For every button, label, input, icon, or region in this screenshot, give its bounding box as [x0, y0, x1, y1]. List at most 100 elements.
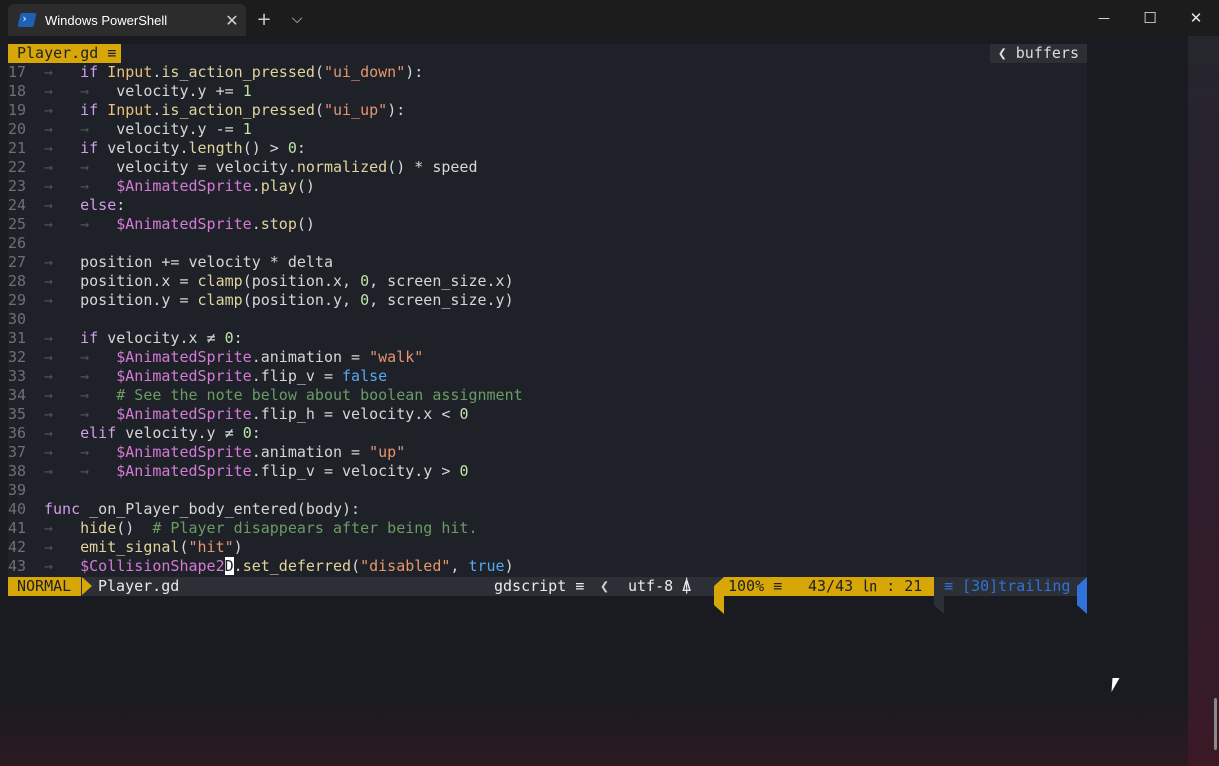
code-line[interactable]: 20 → → velocity.y -= 1 — [8, 120, 523, 139]
code-line[interactable]: 43 → $CollisionShape2D.set_deferred("disa… — [8, 557, 523, 576]
vim-editor[interactable]: Player.gd ≡ ❮ buffers 17 → if Input.is_ac… — [8, 44, 1087, 614]
scrollbar[interactable] — [1214, 698, 1217, 750]
code-text: → if velocity.x ≠ 0: — [44, 329, 243, 348]
code-token: () — [296, 215, 315, 233]
code-token: velocity.y -= — [116, 120, 243, 138]
code-line[interactable]: 30 — [8, 310, 523, 329]
buffers-label[interactable]: ❮ buffers — [989, 44, 1087, 63]
line-number: 32 — [8, 348, 27, 366]
code-line[interactable]: 23 → → $AnimatedSprite.play() — [8, 177, 523, 196]
code-token: , — [450, 557, 469, 575]
minimize-button[interactable]: — — [1081, 0, 1127, 36]
code-token: $AnimatedSprite — [116, 367, 252, 385]
code-token: → → — [44, 405, 117, 423]
vim-statusline: NORMAL Player.gd gdscript ≡ ❮ utf-8 ⍋ 10… — [8, 577, 1087, 614]
code-line[interactable]: 38 → → $AnimatedSprite.flip_v = velocity.… — [8, 462, 523, 481]
code-line[interactable]: 36 → elif velocity.y ≠ 0: — [8, 424, 523, 443]
code-token: → — [44, 272, 81, 290]
line-number: 43 — [8, 557, 27, 575]
code-token: (position.y, — [242, 291, 361, 309]
code-text: → → # See the note below about boolean a… — [44, 386, 523, 405]
code-text: → → $AnimatedSprite.stop() — [44, 215, 315, 234]
code-line[interactable]: 31 → if velocity.x ≠ 0: — [8, 329, 523, 348]
code-token: clamp — [197, 272, 243, 290]
tab-close-icon[interactable]: ✕ — [218, 11, 246, 30]
code-token: . — [251, 177, 261, 195]
code-token: $CollisionShape2 — [80, 557, 225, 575]
code-text: → if Input.is_action_pressed("ui_down"): — [44, 63, 423, 82]
code-token: velocity.y += — [116, 82, 243, 100]
line-number: 25 — [8, 215, 27, 233]
code-token: true — [468, 557, 505, 575]
code-token: clamp — [197, 291, 243, 309]
code-token: () — [296, 177, 315, 195]
close-button[interactable]: ✕ — [1173, 0, 1219, 36]
code-text: → → $AnimatedSprite.animation = "walk" — [44, 348, 423, 367]
code-line[interactable]: 32 → → $AnimatedSprite.animation = "walk" — [8, 348, 523, 367]
code-token: → → — [44, 462, 117, 480]
code-token: velocity.x ≠ — [107, 329, 225, 347]
code-line[interactable]: 29 → position.y = clamp(position.y, 0, sc… — [8, 291, 523, 310]
code-token: ( — [351, 557, 361, 575]
code-token: 0 — [360, 272, 370, 290]
code-token: → — [44, 519, 81, 537]
code-line[interactable]: 26 — [8, 234, 523, 253]
line-number: 33 — [8, 367, 27, 385]
powershell-icon: › — [17, 12, 37, 27]
code-token: ): — [387, 101, 406, 119]
code-line[interactable]: 25 → → $AnimatedSprite.stop() — [8, 215, 523, 234]
line-number: 26 — [8, 234, 27, 252]
buffer-tab[interactable]: Player.gd ≡ — [8, 44, 122, 63]
code-line[interactable]: 27 → position += velocity * delta — [8, 253, 523, 272]
code-token: if — [80, 139, 108, 157]
encoding-label: utf-8 ⍋ — [628, 577, 692, 595]
code-token: → → — [44, 367, 117, 385]
code-token: # Player disappears after being hit. — [152, 519, 478, 537]
tab-windows-powershell[interactable]: › Windows PowerShell ✕ — [8, 4, 246, 36]
code-line[interactable]: 24 → else: — [8, 196, 523, 215]
code-line[interactable]: 19 → if Input.is_action_pressed("ui_up"): — [8, 101, 523, 120]
code-token: "ui_down" — [323, 63, 406, 81]
code-token: → — [44, 196, 81, 214]
new-tab-button[interactable]: + — [249, 4, 279, 34]
code-line[interactable]: 35 → → $AnimatedSprite.flip_h = velocity.… — [8, 405, 523, 424]
code-line[interactable]: 40 func _on_Player_body_entered(body): — [8, 500, 523, 519]
code-token: false — [342, 367, 388, 385]
code-token: () > — [242, 139, 288, 157]
line-number: 42 — [8, 538, 27, 556]
percent-arrow-icon — [714, 577, 724, 614]
code-line[interactable]: 42 → emit_signal("hit") — [8, 538, 523, 557]
code-token: $AnimatedSprite — [116, 462, 252, 480]
maximize-button[interactable]: ☐ — [1127, 0, 1173, 36]
code-token: .flip_v = velocity.y > — [251, 462, 460, 480]
code-line[interactable]: 17 → if Input.is_action_pressed("ui_down"… — [8, 63, 523, 82]
code-token: "up" — [369, 443, 406, 461]
code-token: ( — [179, 538, 189, 556]
code-line[interactable]: 34 → → # See the note below about boolean… — [8, 386, 523, 405]
code-line[interactable]: 21 → if velocity.length() > 0: — [8, 139, 523, 158]
code-token: if — [80, 101, 108, 119]
code-token: → — [44, 538, 81, 556]
statusline-file: Player.gd — [98, 577, 180, 595]
code-token: → → — [44, 348, 117, 366]
code-token: # See the note below about boolean assig… — [116, 386, 523, 404]
code-token: : — [296, 139, 306, 157]
code-line[interactable]: 39 — [8, 481, 523, 500]
tab-dropdown-icon[interactable]: ⌵ — [282, 4, 312, 34]
code-line[interactable]: 22 → → velocity = velocity.normalized() *… — [8, 158, 523, 177]
filetype-label: gdscript ≡ — [494, 577, 585, 595]
line-number: 39 — [8, 481, 27, 499]
code-token: : — [233, 329, 243, 347]
line-number: 40 — [8, 500, 27, 518]
code-line[interactable]: 18 → → velocity.y += 1 — [8, 82, 523, 101]
code-line[interactable]: 28 → position.x = clamp(position.x, 0, sc… — [8, 272, 523, 291]
code-token: → — [44, 101, 81, 119]
code-line[interactable]: 41 → hide() # Player disappears after bei… — [8, 519, 523, 538]
code-token: $AnimatedSprite — [116, 443, 252, 461]
code-token: 1 — [242, 82, 252, 100]
code-token: set_deferred — [242, 557, 352, 575]
code-token: 0 — [360, 291, 370, 309]
code-lines[interactable]: 17 → if Input.is_action_pressed("ui_down"… — [8, 63, 523, 576]
code-line[interactable]: 37 → → $AnimatedSprite.animation = "up" — [8, 443, 523, 462]
code-line[interactable]: 33 → → $AnimatedSprite.flip_v = false — [8, 367, 523, 386]
